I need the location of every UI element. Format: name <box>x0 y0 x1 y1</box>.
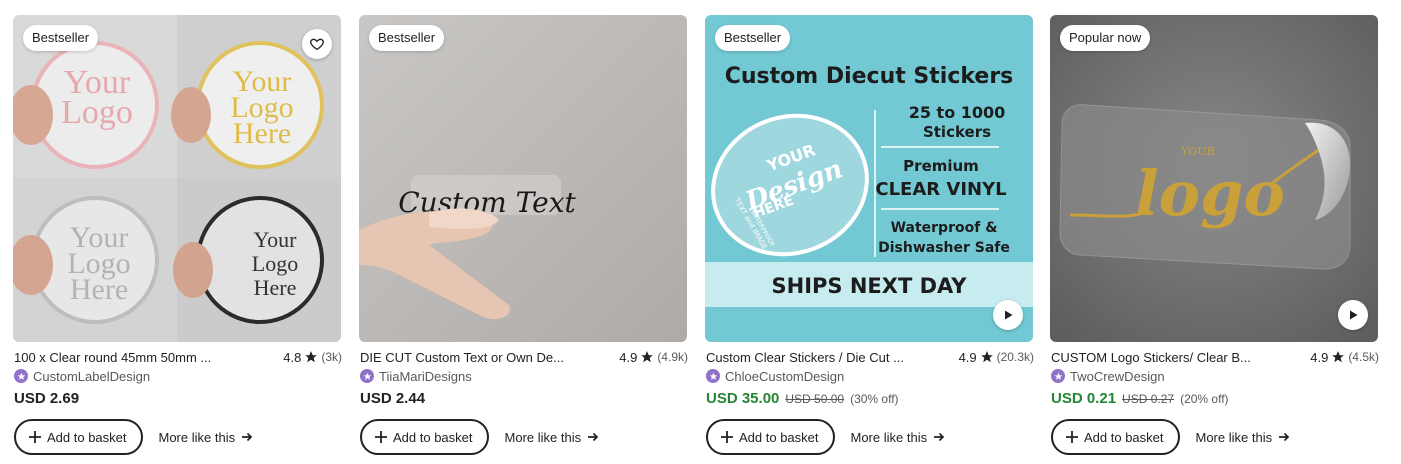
product-photo: Custom Diecut Stickers 25 to 1000 Sticke… <box>705 15 1033 342</box>
star-icon <box>980 351 993 363</box>
more-like-this-link[interactable]: More like this <box>159 430 254 445</box>
listing-image[interactable]: YOUR logo Popular now <box>1050 15 1378 342</box>
rating: 4.8 (3k) <box>283 350 342 365</box>
more-like-this-label: More like this <box>158 429 236 445</box>
svg-text:Custom Diecut Stickers: Custom Diecut Stickers <box>725 64 1014 89</box>
svg-text:Here: Here <box>254 275 297 300</box>
rating-value: 4.9 <box>958 349 977 365</box>
product-photo: YOUR logo <box>1050 15 1378 342</box>
svg-text:Logo: Logo <box>61 94 133 131</box>
svg-text:Waterproof &: Waterproof & <box>891 220 998 236</box>
svg-text:Here: Here <box>70 273 128 306</box>
add-to-basket-button[interactable]: Add to basket <box>360 419 489 455</box>
rating: 4.9 (4.5k) <box>1310 350 1379 365</box>
more-like-this-link[interactable]: More like this <box>1196 430 1291 445</box>
svg-text:Here: Here <box>233 117 291 150</box>
listing-image[interactable]: Custom Diecut Stickers 25 to 1000 Sticke… <box>705 15 1033 342</box>
listing-card[interactable]: YOUR logo Popular now CUSTOM Logo Sticke… <box>1050 15 1379 461</box>
bestseller-badge: Bestseller <box>369 25 445 51</box>
listing-title[interactable]: Custom Clear Stickers / Die Cut ... <box>706 350 904 365</box>
discount-percent: (30% off) <box>850 392 899 406</box>
bestseller-badge: Bestseller <box>715 25 791 51</box>
star-seller-icon <box>706 369 720 383</box>
listing-title[interactable]: DIE CUT Custom Text or Own De... <box>360 350 564 365</box>
review-count: (4.5k) <box>1348 350 1379 364</box>
listing-card[interactable]: Your Logo Your Logo Here Your Logo Here … <box>13 15 342 461</box>
more-like-this-label: More like this <box>504 429 582 445</box>
svg-text:Logo: Logo <box>252 251 298 276</box>
rating-value: 4.9 <box>619 349 638 365</box>
plus-icon <box>721 431 733 443</box>
sale-price: USD 0.21 <box>1051 390 1117 407</box>
price: USD 2.44 <box>360 390 426 407</box>
add-to-basket-label: Add to basket <box>47 429 127 445</box>
svg-text:Premium: Premium <box>903 157 979 175</box>
more-like-this-link[interactable]: More like this <box>505 430 600 445</box>
more-like-this-label: More like this <box>1195 429 1273 445</box>
rating: 4.9 (4.9k) <box>619 350 688 365</box>
add-to-basket-button[interactable]: Add to basket <box>14 419 143 455</box>
svg-text:logo: logo <box>1135 157 1285 230</box>
original-price: USD 0.27 <box>1122 392 1175 406</box>
review-count: (3k) <box>321 350 342 364</box>
original-price: USD 50.00 <box>785 392 845 406</box>
shop-name[interactable]: TwoCrewDesign <box>1070 369 1165 384</box>
svg-text:SHIPS NEXT DAY: SHIPS NEXT DAY <box>772 274 968 298</box>
star-icon <box>305 351 318 363</box>
star-seller-icon <box>360 369 374 383</box>
review-count: (20.3k) <box>996 350 1034 364</box>
play-icon <box>1350 310 1358 320</box>
arrow-right-icon <box>1279 432 1290 442</box>
arrow-right-icon <box>934 432 945 442</box>
svg-text:CLEAR VINYL: CLEAR VINYL <box>875 179 1006 200</box>
arrow-right-icon <box>242 432 253 442</box>
listing-title[interactable]: 100 x Clear round 45mm 50mm ... <box>14 350 211 365</box>
rating-value: 4.8 <box>283 349 302 365</box>
star-icon <box>641 351 654 363</box>
shop-name[interactable]: TiiaMariDesigns <box>379 369 472 384</box>
sale-price: USD 35.00 <box>706 390 780 407</box>
add-to-basket-button[interactable]: Add to basket <box>1051 419 1180 455</box>
listing-title[interactable]: CUSTOM Logo Stickers/ Clear B... <box>1051 350 1251 365</box>
add-to-basket-label: Add to basket <box>393 429 473 445</box>
star-seller-icon <box>1051 369 1065 383</box>
listing-image[interactable]: Custom Text Bestseller <box>359 15 687 342</box>
star-seller-icon <box>14 369 28 383</box>
play-video-button[interactable] <box>993 300 1023 330</box>
add-to-basket-label: Add to basket <box>1084 429 1164 445</box>
svg-text:Dishwasher Safe: Dishwasher Safe <box>878 240 1010 256</box>
favorite-button[interactable] <box>302 29 332 59</box>
heart-icon <box>310 38 324 51</box>
listing-card[interactable]: Custom Text Bestseller DIE CUT Custom Te… <box>359 15 688 461</box>
price: USD 2.69 <box>14 390 80 407</box>
arrow-right-icon <box>588 432 599 442</box>
svg-text:Your: Your <box>253 227 297 252</box>
plus-icon <box>1066 431 1078 443</box>
listing-image[interactable]: Your Logo Your Logo Here Your Logo Here … <box>13 15 341 342</box>
shop-name[interactable]: CustomLabelDesign <box>33 369 150 384</box>
star-icon <box>1332 351 1345 363</box>
more-like-this-link[interactable]: More like this <box>851 430 946 445</box>
add-to-basket-button[interactable]: Add to basket <box>706 419 835 455</box>
plus-icon <box>29 431 41 443</box>
add-to-basket-label: Add to basket <box>739 429 819 445</box>
popular-now-badge: Popular now <box>1060 25 1151 51</box>
rating: 4.9 (20.3k) <box>959 350 1034 365</box>
play-video-button[interactable] <box>1338 300 1368 330</box>
plus-icon <box>375 431 387 443</box>
svg-text:25 to 1000: 25 to 1000 <box>909 103 1006 122</box>
play-icon <box>1005 310 1013 320</box>
svg-text:Stickers: Stickers <box>923 123 991 141</box>
product-photo: Your Logo Your Logo Here Your Logo Here … <box>13 15 341 342</box>
discount-percent: (20% off) <box>1180 392 1229 406</box>
more-like-this-label: More like this <box>850 429 928 445</box>
rating-value: 4.9 <box>1310 349 1329 365</box>
bestseller-badge: Bestseller <box>23 25 99 51</box>
listing-card[interactable]: Custom Diecut Stickers 25 to 1000 Sticke… <box>705 15 1034 461</box>
review-count: (4.9k) <box>657 350 688 364</box>
shop-name[interactable]: ChloeCustomDesign <box>725 369 844 384</box>
product-photo: Custom Text <box>359 15 687 342</box>
